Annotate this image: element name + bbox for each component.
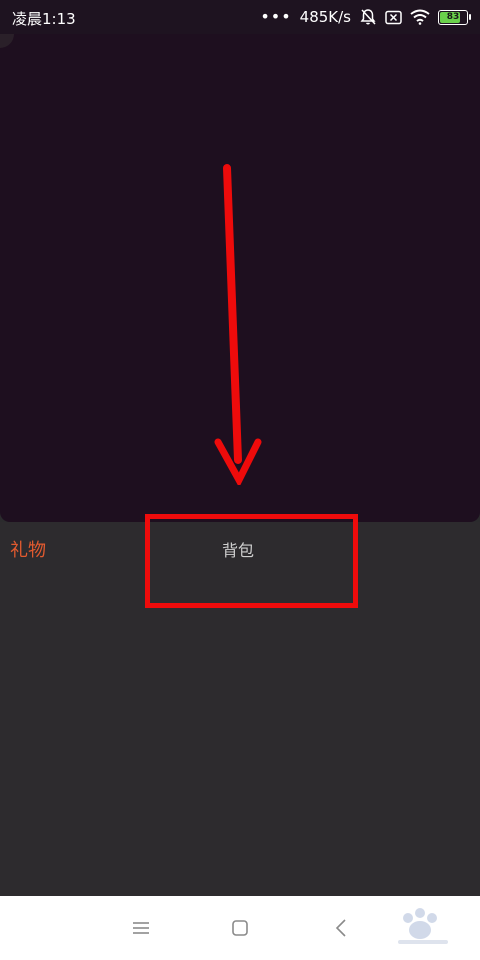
status-icons: ••• 485K/s 83 — [260, 6, 471, 28]
status-time: 凌晨1:13 — [12, 10, 76, 28]
status-bar: 凌晨1:13 ••• 485K/s 83 — [0, 0, 480, 34]
mute-bell-icon — [359, 8, 377, 26]
battery-icon: 83 — [438, 9, 471, 25]
tab-gift[interactable]: 礼物 — [10, 536, 46, 562]
back-icon[interactable] — [330, 916, 354, 940]
home-icon[interactable] — [228, 916, 252, 940]
battery-level-text: 83 — [446, 12, 460, 22]
signal-dots: ••• — [260, 7, 292, 26]
network-speed: 485K/s — [299, 8, 351, 26]
wifi-icon — [410, 9, 430, 25]
sim-off-icon — [385, 10, 402, 25]
watermark-logo-icon — [398, 908, 448, 944]
navigation-bar — [0, 896, 480, 960]
annotation-highlight-box — [145, 514, 358, 608]
annotation-arrow — [214, 164, 262, 485]
menu-icon[interactable] — [129, 916, 153, 940]
